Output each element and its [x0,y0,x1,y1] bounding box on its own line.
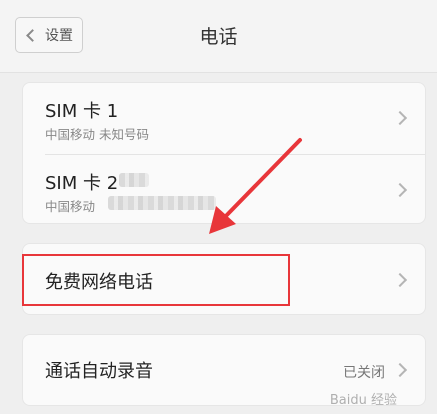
chevron-right-icon [392,182,408,198]
sim2-subtitle: 中国移动 [45,199,96,214]
sim-card-group: SIM 卡 1 中国移动 未知号码 SIM 卡 2 中国移动 [22,82,426,224]
recording-status: 已关闭 [343,365,385,381]
chevron-right-icon [392,272,408,288]
sim1-title: SIM 卡 1 [45,101,119,122]
highlight-box [22,254,290,306]
sim1-row[interactable]: SIM 卡 1 中国移动 未知号码 [23,83,425,153]
watermark: Baidu 经验 [329,393,397,408]
chevron-right-icon [392,110,408,126]
redacted-region [119,173,149,187]
chevron-right-icon [392,362,408,378]
redacted-number [108,196,216,210]
page-title: 电话 [199,26,238,48]
sim2-row[interactable]: SIM 卡 2 中国移动 [23,155,425,225]
sim1-subtitle: 中国移动 未知号码 [45,127,149,142]
recording-label: 通话自动录音 [45,361,153,382]
top-bar: 设置 电话 [0,0,437,73]
sim2-title: SIM 卡 2 [45,173,119,194]
